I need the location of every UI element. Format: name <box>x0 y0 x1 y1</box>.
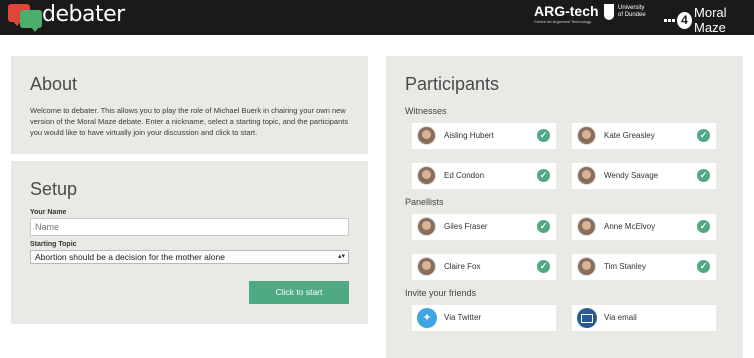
avatar <box>577 257 596 276</box>
avatar <box>417 217 436 236</box>
bbc-blocks-icon <box>664 18 675 22</box>
name-label: Your Name <box>30 209 67 216</box>
panellists-heading: Panellists <box>405 197 444 207</box>
avatar <box>577 126 596 145</box>
check-icon[interactable]: ✓ <box>537 169 550 182</box>
participant-card[interactable]: Wendy Savage ✓ <box>572 163 716 189</box>
bbc-radio4-logo[interactable]: 4 Moral Maze <box>664 5 754 35</box>
participant-name: Anne McElvoy <box>604 222 656 231</box>
participant-name: Kate Greasley <box>604 131 655 140</box>
participant-card[interactable]: Giles Fraser ✓ <box>412 214 556 240</box>
avatar <box>577 217 596 236</box>
topic-select[interactable]: Abortion should be a decision for the mo… <box>30 250 349 264</box>
participant-card[interactable]: Ed Condon ✓ <box>412 163 556 189</box>
participant-name: Wendy Savage <box>604 171 659 180</box>
check-icon[interactable]: ✓ <box>697 129 710 142</box>
participants-panel: Participants Witnesses Aisling Hubert ✓ … <box>386 56 743 358</box>
participant-card[interactable]: Anne McElvoy ✓ <box>572 214 716 240</box>
check-icon[interactable]: ✓ <box>697 169 710 182</box>
participant-name: Aisling Hubert <box>444 131 494 140</box>
avatar <box>417 257 436 276</box>
check-icon[interactable]: ✓ <box>697 220 710 233</box>
dundee-logo[interactable]: University of Dundee <box>604 4 646 20</box>
select-arrows-icon: ▴▾ <box>337 253 345 260</box>
check-icon[interactable]: ✓ <box>537 220 550 233</box>
arg-tech-name: ARG-tech <box>534 3 599 19</box>
invite-twitter-button[interactable]: ✦ Via Twitter <box>412 305 556 331</box>
check-icon[interactable]: ✓ <box>537 260 550 273</box>
participants-heading: Participants <box>405 74 500 94</box>
email-icon <box>577 308 597 328</box>
setup-panel: Setup Your Name Starting Topic Abortion … <box>11 161 368 324</box>
arg-tech-logo[interactable]: ARG-tech Centre for Argument Technology <box>534 3 599 24</box>
participant-card[interactable]: Tim Stanley ✓ <box>572 254 716 280</box>
about-text: Welcome to debater. This allows you to p… <box>30 106 349 137</box>
setup-heading: Setup <box>30 179 78 199</box>
participant-name: Ed Condon <box>444 171 485 180</box>
avatar <box>417 126 436 145</box>
name-input[interactable] <box>30 218 349 236</box>
about-panel: About Welcome to debater. This allows yo… <box>11 56 368 154</box>
avatar <box>417 166 436 185</box>
about-heading: About <box>30 74 78 94</box>
brand-name[interactable]: debater <box>42 2 125 27</box>
witnesses-heading: Witnesses <box>405 106 447 116</box>
invite-email-label: Via email <box>604 313 637 322</box>
check-icon[interactable]: ✓ <box>697 260 710 273</box>
check-icon[interactable]: ✓ <box>537 129 550 142</box>
radio4-number: 4 <box>677 11 693 29</box>
dundee-crest-icon <box>604 4 614 20</box>
twitter-icon: ✦ <box>417 308 437 328</box>
participant-name: Tim Stanley <box>604 262 646 271</box>
topic-label: Starting Topic <box>30 241 77 248</box>
participant-card[interactable]: Claire Fox ✓ <box>412 254 556 280</box>
top-bar: debater ARG-tech Centre for Argument Tec… <box>0 0 754 35</box>
dundee-line-1: University <box>618 5 645 11</box>
topic-select-value: Abortion should be a decision for the mo… <box>35 252 225 262</box>
participant-card[interactable]: Aisling Hubert ✓ <box>412 123 556 149</box>
participant-name: Giles Fraser <box>444 222 488 231</box>
start-button[interactable]: Click to start <box>249 281 349 304</box>
avatar <box>577 166 596 185</box>
participant-card[interactable]: Kate Greasley ✓ <box>572 123 716 149</box>
arg-tech-subtitle: Centre for Argument Technology <box>534 19 592 24</box>
moral-maze-title: Moral Maze <box>694 5 727 35</box>
invite-heading: Invite your friends <box>405 288 477 298</box>
invite-email-button[interactable]: Via email <box>572 305 716 331</box>
dundee-line-2: of Dundee <box>618 12 646 18</box>
participant-name: Claire Fox <box>444 262 481 271</box>
invite-twitter-label: Via Twitter <box>444 313 482 322</box>
debater-logo-icon[interactable] <box>8 4 44 32</box>
